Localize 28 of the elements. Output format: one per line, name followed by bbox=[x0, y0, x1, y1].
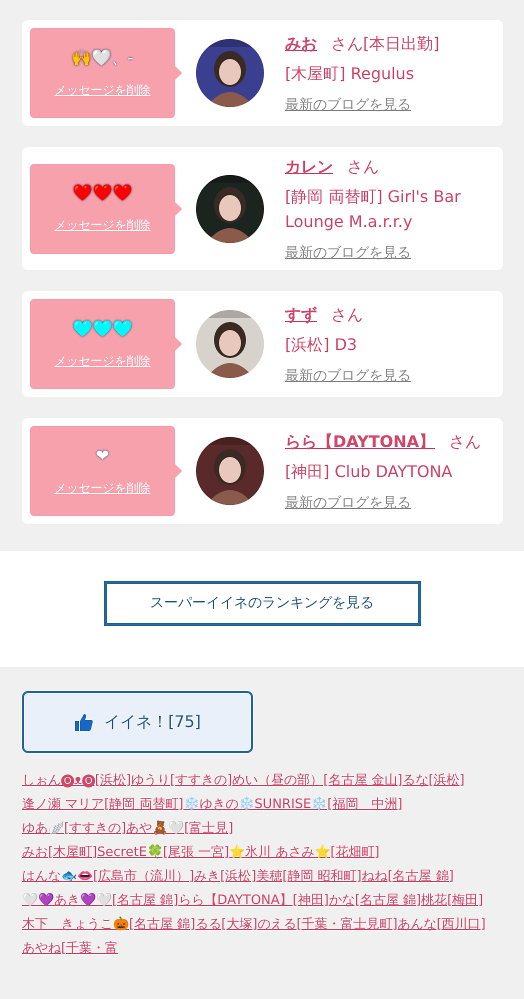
delete-message-link[interactable]: メッセージを削除 bbox=[54, 82, 150, 98]
name-link[interactable]: カレン bbox=[285, 157, 333, 176]
cast-link-list[interactable]: しぉん🅞ᴥ🅞[浜松]ゆうり[すすきの]めい（昼の部）[名古屋 金山]るな[浜松] 逢ノ瀬 マリア[静岡 両替町]❄ゆきの❄SUNRISE❄[福岡 中洲] ゆあ🪽[すすきの]あや🧸🤍[富士見] みお[木屋町]SecretE🍀[尾張 一宮]⭐氷川 あさみ⭐[花畑町] はんな🐟👄[広島市（流川）]みき[浜松]美穂[静岡 昭和町]ねね[名古屋 錦] 🤍💜あき💜🤍[名古屋 錦]らら【DAYTONA】[神田]かな[名古屋 錦]桃花[梅田] 木下 きょうこ🎃[名古屋 錦]るる[大塚]のえる[千葉・富士見町]あんな[西川口] あやね[千葉・富 bbox=[0, 769, 524, 961]
name-link[interactable]: みお bbox=[285, 34, 317, 53]
message-text: ❤❤❤ bbox=[72, 183, 132, 203]
shop-text: [神田] Club DAYTONA bbox=[285, 461, 454, 483]
message-text: ❤ bbox=[96, 446, 110, 466]
shop-text: [木屋町] Regulus bbox=[285, 63, 416, 85]
delete-message-link[interactable]: メッセージを削除 bbox=[54, 352, 150, 370]
shop-text: [静岡 両替町] Girl's Bar Lounge M.a.r.r.y bbox=[285, 186, 462, 233]
name-link[interactable]: すず bbox=[285, 305, 317, 324]
name-link[interactable]: らら【DAYTONA】 bbox=[285, 432, 436, 451]
blog-link[interactable]: 最新のブログを見る bbox=[285, 96, 411, 114]
honorific-text: さん bbox=[331, 305, 363, 324]
delete-message-link[interactable]: メッセージを削除 bbox=[54, 217, 150, 234]
message-text: 🙌🤍、- bbox=[72, 48, 134, 68]
honorific-text: さん bbox=[347, 157, 379, 176]
blog-link[interactable]: 最新のブログを見る bbox=[285, 494, 411, 512]
message-text: 🩵🩵🩵 bbox=[72, 318, 132, 338]
ranking-button[interactable]: スーパーイイネのランキングを見る bbox=[104, 580, 420, 626]
blog-link[interactable]: 最新のブログを見る bbox=[285, 367, 411, 385]
delete-message-link[interactable]: メッセージを削除 bbox=[54, 480, 150, 496]
honorific-text: さん[本日出勤] bbox=[331, 34, 440, 53]
shop-text: [浜松] D3 bbox=[285, 334, 358, 356]
blog-link[interactable]: 最新のブログを見る bbox=[285, 244, 411, 262]
honorific-text: さん bbox=[449, 432, 482, 451]
thumbs-up-icon bbox=[74, 712, 94, 732]
like-button[interactable]: イイネ！[75] bbox=[22, 691, 253, 753]
